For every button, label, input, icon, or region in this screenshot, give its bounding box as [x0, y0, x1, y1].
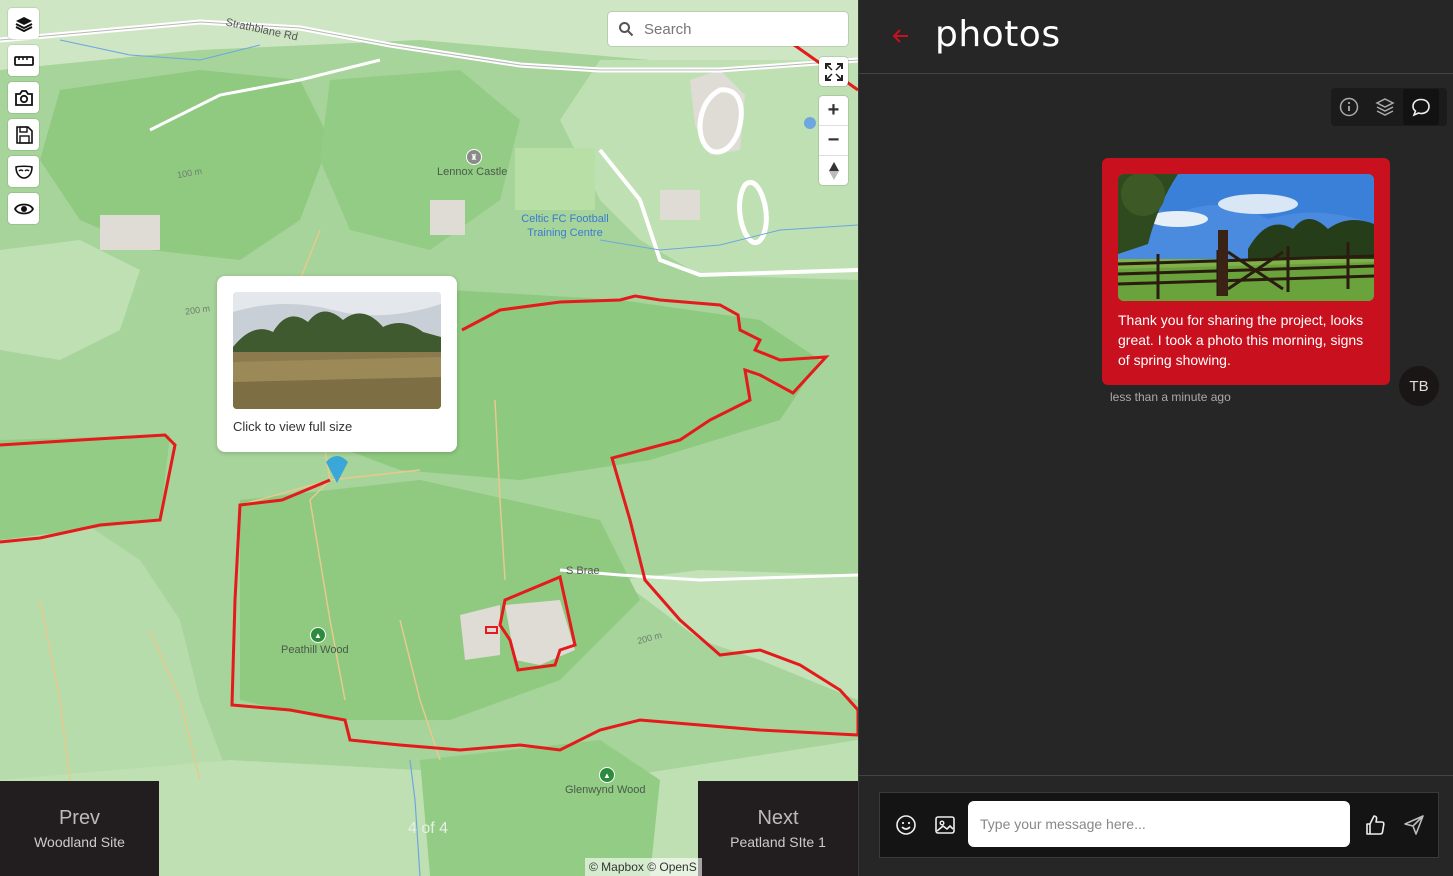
- layers-icon: [15, 16, 32, 32]
- page-indicator: 4 of 4: [407, 820, 449, 837]
- tree-icon: ▲: [310, 627, 326, 643]
- fullscreen-icon: [824, 62, 843, 81]
- place-label-celtic-fc: Celtic FC Football Training Centre: [521, 213, 609, 239]
- map-view[interactable]: Strathblane Rd 100 m 200 m 200 m ♜ Lenno…: [0, 0, 858, 876]
- zoom-in-button[interactable]: +: [819, 96, 848, 126]
- emoji-icon[interactable]: [894, 813, 918, 837]
- panel-header: photos: [859, 0, 1453, 74]
- save-button[interactable]: [8, 119, 39, 150]
- search-icon: [619, 22, 634, 37]
- place-label-lennox-castle: Lennox Castle: [437, 166, 508, 178]
- mask-icon: [14, 164, 33, 179]
- map-toolbar: [8, 8, 39, 224]
- message-bubble: Thank you for sharing the project, looks…: [1102, 158, 1390, 385]
- next-site-name: Peatland SIte 1: [730, 834, 826, 850]
- divider: [859, 775, 1453, 776]
- minus-icon: −: [827, 129, 840, 151]
- zoom-out-button[interactable]: −: [819, 126, 848, 156]
- map-attribution[interactable]: © Mapbox © OpenS: [585, 858, 702, 876]
- message-composer: [879, 792, 1439, 858]
- map-search[interactable]: [608, 12, 848, 46]
- compass-button[interactable]: [819, 156, 848, 185]
- send-icon[interactable]: [1402, 813, 1426, 837]
- tab-layers[interactable]: [1367, 89, 1403, 125]
- image-icon[interactable]: [933, 813, 957, 837]
- next-label: Next: [757, 807, 799, 829]
- panel-title: photos: [935, 14, 1061, 55]
- prev-label: Prev: [58, 807, 101, 829]
- tab-info[interactable]: [1331, 89, 1367, 125]
- prev-site-name: Woodland Site: [34, 834, 125, 850]
- message-timestamp: less than a minute ago: [1110, 390, 1231, 404]
- zoom-controls: + −: [819, 96, 848, 185]
- photos-panel: photos Thank you for sharing the project…: [858, 0, 1453, 876]
- next-button[interactable]: Next Peatland SIte 1: [698, 781, 858, 876]
- ruler-icon: [13, 55, 34, 66]
- visibility-button[interactable]: [8, 193, 39, 224]
- avatar[interactable]: TB: [1399, 366, 1439, 406]
- panel-tabs: [1331, 88, 1447, 126]
- thumbs-up-icon[interactable]: [1363, 813, 1387, 837]
- map-pin-icon[interactable]: [324, 452, 350, 484]
- search-input[interactable]: [642, 19, 836, 39]
- info-icon: [1339, 97, 1359, 117]
- eye-icon: [13, 203, 34, 214]
- plus-icon: +: [827, 99, 840, 121]
- fullscreen-button[interactable]: [819, 57, 848, 86]
- message-photo[interactable]: [1118, 174, 1374, 301]
- save-icon: [15, 125, 33, 144]
- mask-button[interactable]: [8, 156, 39, 187]
- place-label-glenwynd-wood: Glenwynd Wood: [565, 784, 646, 796]
- photo-button[interactable]: [8, 82, 39, 113]
- back-arrow-icon[interactable]: [891, 26, 911, 46]
- road-label-s-brae: S Brae: [566, 565, 600, 577]
- message-input[interactable]: [968, 801, 1350, 847]
- compass-icon: [828, 161, 839, 180]
- camera-icon: [14, 89, 33, 106]
- message-text: Thank you for sharing the project, looks…: [1118, 312, 1364, 368]
- layers-icon: [1375, 98, 1395, 116]
- photo-popup[interactable]: Click to view full size: [217, 276, 457, 452]
- tab-chat[interactable]: [1403, 89, 1439, 125]
- layers-button[interactable]: [8, 8, 39, 39]
- popup-caption: Click to view full size: [233, 419, 353, 434]
- photo-thumbnail[interactable]: [233, 292, 441, 409]
- castle-icon: ♜: [466, 149, 482, 165]
- measure-button[interactable]: [8, 45, 39, 76]
- tree-icon: ▲: [599, 767, 615, 783]
- prev-button[interactable]: Prev Woodland Site: [0, 781, 159, 876]
- place-label-peathill-wood: Peathill Wood: [281, 644, 349, 656]
- chat-icon: [1412, 98, 1430, 117]
